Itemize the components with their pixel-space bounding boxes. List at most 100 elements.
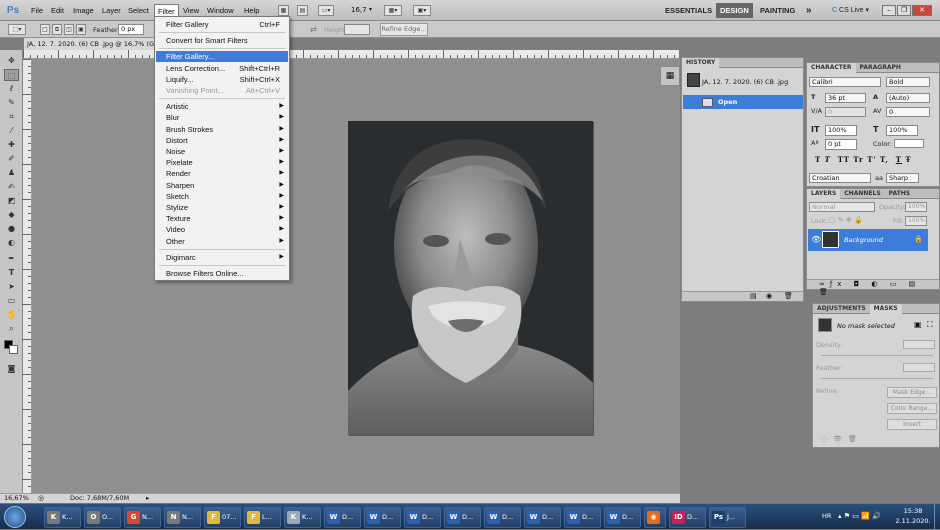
- filter-menu-item-filter-gallery[interactable]: Filter Gallery Ctrl+F: [156, 19, 288, 30]
- taskbar-button[interactable]: F 07...: [204, 507, 241, 528]
- chevron-down-icon[interactable]: ▾: [369, 6, 372, 13]
- taskbar-button[interactable]: Ps J...: [709, 507, 746, 528]
- taskbar-button[interactable]: O O...: [84, 507, 121, 528]
- taskbar-button[interactable]: ID D...: [669, 507, 706, 528]
- menu-file[interactable]: File: [28, 4, 46, 17]
- language-indicator[interactable]: HR: [822, 512, 831, 520]
- feather-input[interactable]: 0 px: [118, 24, 144, 35]
- marquee-tool-preset-icon[interactable]: ⬚▾: [8, 24, 26, 35]
- filter-menu-item-lens-correction[interactable]: Lens Correction... Shift+Ctrl+R: [156, 63, 288, 74]
- filter-menu-item-sketch[interactable]: Sketch ▶: [156, 191, 288, 202]
- more-workspaces-button[interactable]: »: [802, 3, 816, 18]
- text-color-swatch[interactable]: [894, 139, 924, 148]
- taskbar-button[interactable]: W D...: [404, 507, 441, 528]
- menu-layer[interactable]: Layer: [99, 4, 124, 17]
- trash-icon[interactable]: 🗑: [784, 292, 793, 300]
- mask-footer-icons[interactable]: ◌👁🗑: [821, 435, 863, 443]
- filter-menu-item-blur[interactable]: Blur ▶: [156, 112, 288, 123]
- taskbar-button[interactable]: W D...: [444, 507, 481, 528]
- invert-button[interactable]: Invert: [887, 419, 937, 430]
- crop-tool-icon[interactable]: ⌗: [4, 111, 19, 123]
- quick-selection-tool-icon[interactable]: ✎: [4, 97, 19, 109]
- clock-time[interactable]: 15:38: [898, 507, 928, 515]
- strikethrough-button[interactable]: Ŧ: [905, 155, 911, 164]
- kerning-select[interactable]: 0: [825, 107, 866, 117]
- taskbar-button[interactable]: W D...: [604, 507, 641, 528]
- filter-menu-item-distort[interactable]: Distort ▶: [156, 135, 288, 146]
- tab-adjustments[interactable]: ADJUSTMENTS: [813, 304, 870, 314]
- menu-select[interactable]: Select: [125, 4, 152, 17]
- filter-menu-item-filter-gallery[interactable]: Filter Gallery...: [156, 51, 288, 63]
- taskbar-button[interactable]: N N...: [164, 507, 201, 528]
- filter-menu-item-sharpen[interactable]: Sharpen ▶: [156, 180, 288, 191]
- language-select[interactable]: Croatian: [809, 173, 871, 183]
- tracking-select[interactable]: 0: [886, 107, 930, 117]
- filter-menu-item-video[interactable]: Video ▶: [156, 224, 288, 235]
- intersect-selection-icon[interactable]: ▣: [76, 24, 86, 35]
- zoom-tool-icon[interactable]: ⌕: [4, 323, 19, 335]
- mask-edge-button[interactable]: Mask Edge...: [887, 387, 937, 398]
- screen-mode-icon[interactable]: ▣▾: [413, 5, 431, 16]
- camera-icon[interactable]: ◉: [766, 292, 772, 300]
- filter-menu-item-convert-for-smart-filters[interactable]: Convert for Smart Filters: [156, 35, 288, 46]
- clone-stamp-tool-icon[interactable]: ♟: [4, 167, 19, 179]
- vertical-scale-input[interactable]: 100%: [825, 125, 857, 136]
- bridge-icon[interactable]: ▦: [278, 5, 289, 16]
- font-style-select[interactable]: Bold: [886, 77, 930, 87]
- show-desktop-button[interactable]: [934, 504, 940, 530]
- fill-input[interactable]: 100%: [905, 216, 927, 226]
- history-panel-collapsed-icon[interactable]: ▦: [660, 66, 680, 86]
- taskbar-button[interactable]: W D...: [484, 507, 521, 528]
- healing-brush-tool-icon[interactable]: ✚: [4, 139, 19, 151]
- small-caps-button[interactable]: Tr: [853, 155, 863, 164]
- hand-tool-icon[interactable]: ✋: [4, 309, 19, 321]
- taskbar-button[interactable]: F L...: [244, 507, 281, 528]
- history-brush-tool-icon[interactable]: ✍: [4, 181, 19, 193]
- taskbar-button[interactable]: G N...: [124, 507, 161, 528]
- tab-character[interactable]: CHARACTER: [807, 63, 856, 73]
- underline-button[interactable]: T: [896, 155, 902, 164]
- taskbar-button[interactable]: K K...: [284, 507, 321, 528]
- clock-date[interactable]: 2.11.2020.: [893, 517, 933, 525]
- subtract-selection-icon[interactable]: ◫: [64, 24, 74, 35]
- brush-tool-icon[interactable]: ✐: [4, 153, 19, 165]
- horizontal-scale-input[interactable]: 100%: [886, 125, 918, 136]
- font-size-select[interactable]: 36 pt: [825, 93, 866, 103]
- tab-history[interactable]: HISTORY: [682, 58, 720, 68]
- start-button-icon[interactable]: [4, 506, 26, 528]
- filter-menu-item-texture[interactable]: Texture ▶: [156, 213, 288, 224]
- taskbar-button[interactable]: W D...: [324, 507, 361, 528]
- view-extras-icon[interactable]: ▭▾: [318, 5, 334, 16]
- superscript-button[interactable]: T': [867, 155, 876, 164]
- pixel-mask-icon[interactable]: ▣: [914, 320, 922, 329]
- type-tool-icon[interactable]: T: [4, 267, 19, 279]
- tab-channels[interactable]: CHANNELS: [840, 189, 884, 199]
- color-range-button[interactable]: Color Range...: [887, 403, 937, 414]
- cs-live-button[interactable]: C CS Live ▾: [832, 6, 869, 14]
- zoom-percent[interactable]: 16,67%: [4, 494, 29, 503]
- filter-menu-item-stylize[interactable]: Stylize ▶: [156, 202, 288, 213]
- menu-edit[interactable]: Edit: [48, 4, 67, 17]
- eraser-tool-icon[interactable]: ◩: [4, 195, 19, 207]
- filter-menu-item-digimarc[interactable]: Digimarc ▶: [156, 252, 288, 263]
- subscript-button[interactable]: T,: [880, 155, 889, 164]
- tray-icons[interactable]: ▴ ⚑ ▭ 📶 🔊: [838, 512, 881, 520]
- visibility-eye-icon[interactable]: 👁: [811, 235, 821, 244]
- tab-paths[interactable]: PATHS: [885, 189, 914, 199]
- minimize-icon[interactable]: –: [882, 5, 896, 16]
- history-state-open[interactable]: Open: [683, 95, 803, 109]
- quick-mask-icon[interactable]: ◙: [4, 363, 19, 375]
- filter-menu-item-liquify[interactable]: Liquify... Shift+Ctrl+X: [156, 74, 288, 85]
- opacity-input[interactable]: 100%: [905, 202, 927, 212]
- new-document-icon[interactable]: ▤: [750, 292, 757, 300]
- lock-icons[interactable]: ▢ ✎ ✥ 🔒: [829, 216, 863, 224]
- filter-menu-item-noise[interactable]: Noise ▶: [156, 146, 288, 157]
- tab-paragraph[interactable]: PARAGRAPH: [856, 63, 905, 73]
- layer-row-background[interactable]: 👁 Background 🔒: [808, 229, 928, 251]
- refine-edge-button[interactable]: Refine Edge...: [380, 23, 428, 36]
- layers-footer-icons[interactable]: ∞ƒx ◘ ◐ ▭ ▤ 🗑: [807, 279, 939, 296]
- zoom-level[interactable]: 16,7: [351, 6, 367, 14]
- arrange-documents-icon[interactable]: ▦▾: [384, 5, 402, 16]
- filter-menu-item-pixelate[interactable]: Pixelate ▶: [156, 157, 288, 168]
- lasso-tool-icon[interactable]: ℓ: [4, 83, 19, 95]
